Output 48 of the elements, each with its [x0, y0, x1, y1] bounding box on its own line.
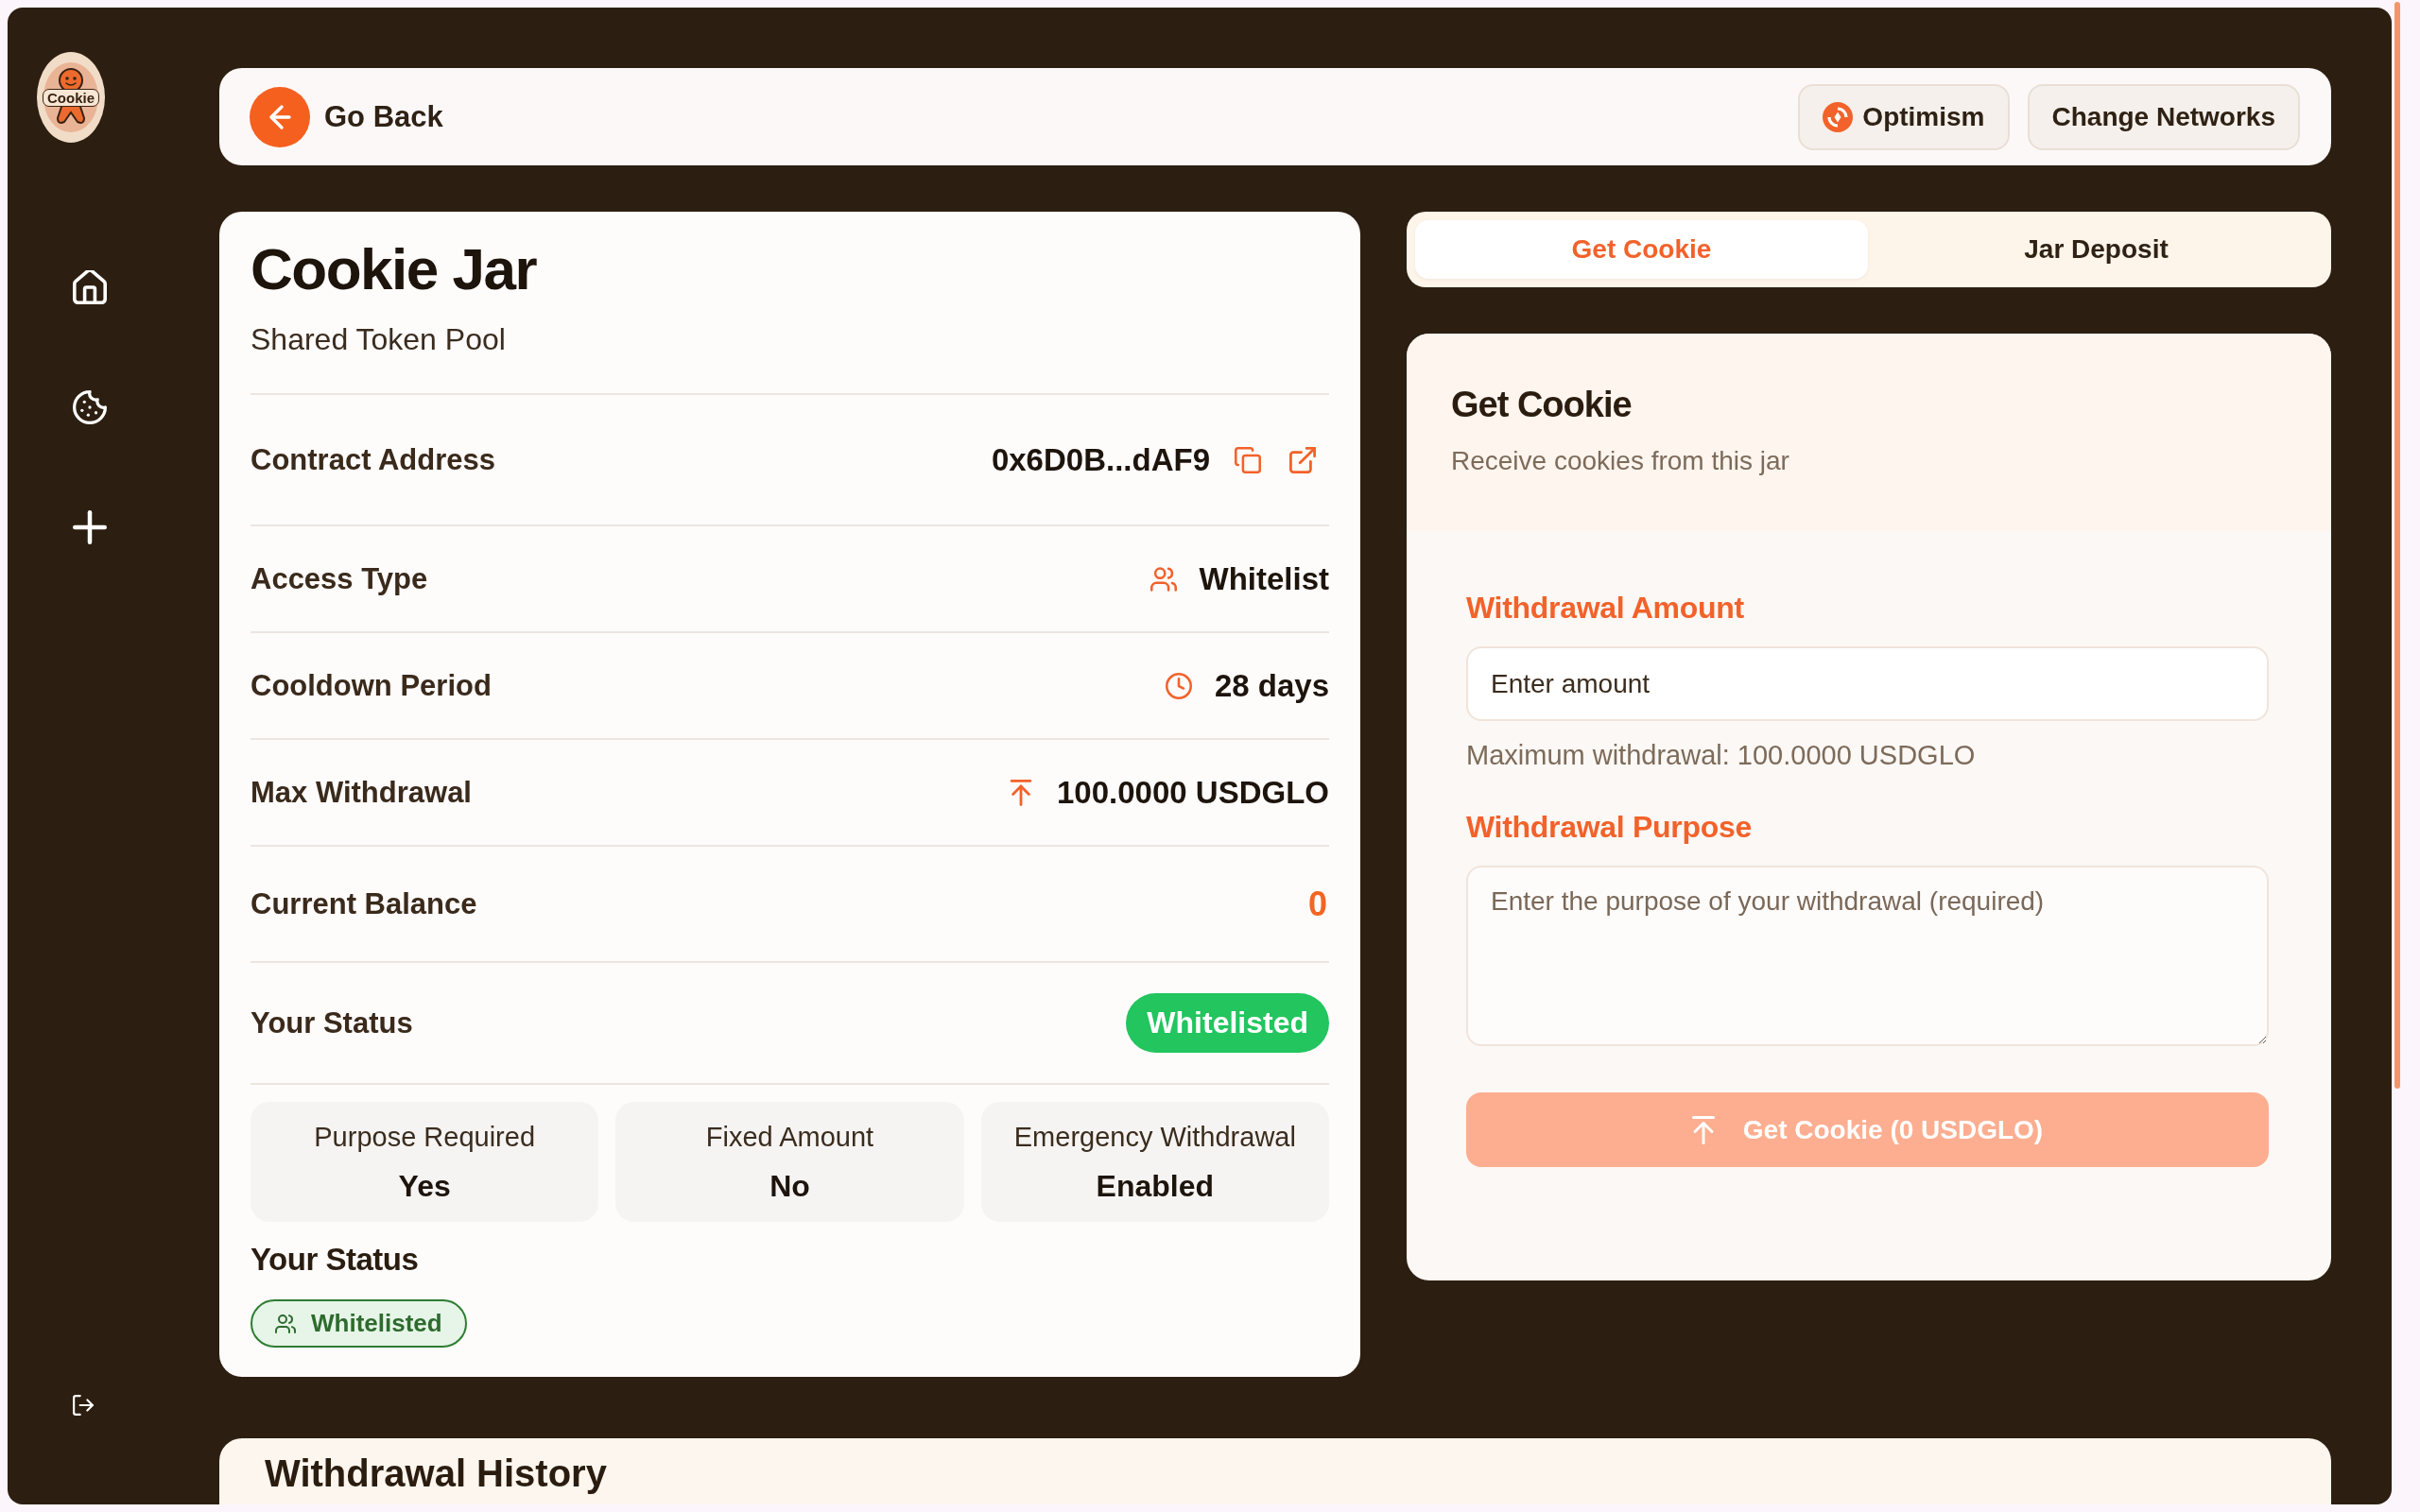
- jar-title: Cookie Jar: [251, 235, 537, 303]
- detail-label: Cooldown Period: [251, 667, 492, 704]
- copy-icon[interactable]: [1235, 446, 1261, 473]
- amount-field[interactable]: Enter amount: [1466, 646, 2269, 721]
- feature-label: Emergency Withdrawal: [1013, 1120, 1296, 1154]
- detail-label: Contract Address: [251, 441, 495, 478]
- scrollbar-thumb[interactable]: [2394, 2, 2400, 1089]
- detail-value: Whitelist: [1199, 559, 1329, 598]
- status-badge: Whitelisted: [1126, 993, 1329, 1053]
- arrow-up-bar-icon: [1008, 779, 1034, 806]
- plus-icon[interactable]: [73, 510, 107, 544]
- cookie-icon[interactable]: [73, 390, 107, 424]
- detail-label: Your Status: [251, 1005, 413, 1041]
- detail-label: Current Balance: [251, 885, 477, 922]
- home-icon[interactable]: [73, 270, 107, 304]
- field-label: Withdrawal Amount: [1466, 590, 1744, 627]
- network-button[interactable]: Optimism: [1798, 83, 2010, 150]
- detail-label: Max Withdrawal: [251, 774, 472, 811]
- logout-icon[interactable]: [73, 1395, 94, 1416]
- feature-value: Yes: [398, 1167, 451, 1205]
- logo-text: Cookie: [43, 89, 99, 107]
- badge-label: Whitelisted: [311, 1309, 442, 1338]
- clock-icon: [1165, 672, 1192, 699]
- change-networks-button[interactable]: Change Networks: [2027, 83, 2300, 150]
- network-icon: [1823, 101, 1854, 132]
- people-icon: [275, 1313, 296, 1334]
- detail-value: 100.0000 USDGLO: [1057, 773, 1329, 812]
- back-button[interactable]: Go Back: [250, 86, 443, 147]
- balance-value: 0: [1307, 885, 1327, 923]
- field-label: Withdrawal Purpose: [1466, 809, 1752, 846]
- jar-subtitle: Shared Token Pool: [251, 321, 506, 358]
- purpose-field[interactable]: Enter the purpose of your withdrawal (required): [1466, 866, 2269, 1046]
- external-link-icon[interactable]: [1289, 446, 1316, 473]
- detail-label: Access Type: [251, 560, 428, 597]
- feature-value: Enabled: [1096, 1167, 1215, 1205]
- history-title: Withdrawal History: [265, 1452, 607, 1495]
- feature-label: Fixed Amount: [705, 1120, 874, 1154]
- section-heading: Your Status: [251, 1241, 419, 1279]
- feature-value: No: [769, 1167, 810, 1205]
- people-icon: [1150, 565, 1177, 593]
- card-subtitle: Receive cookies from this jar: [1451, 445, 1789, 477]
- address-value: 0x6D0B...dAF9: [991, 440, 1210, 479]
- card-title: Get Cookie: [1451, 384, 1632, 426]
- detail-value: 28 days: [1214, 666, 1329, 705]
- feature-label: Purpose Required: [314, 1120, 536, 1154]
- helper-text: Maximum withdrawal: 100.0000 USDGLO: [1466, 739, 1976, 771]
- arrow-left-icon: [250, 86, 310, 147]
- tab[interactable]: Jar Deposit: [1870, 220, 2323, 279]
